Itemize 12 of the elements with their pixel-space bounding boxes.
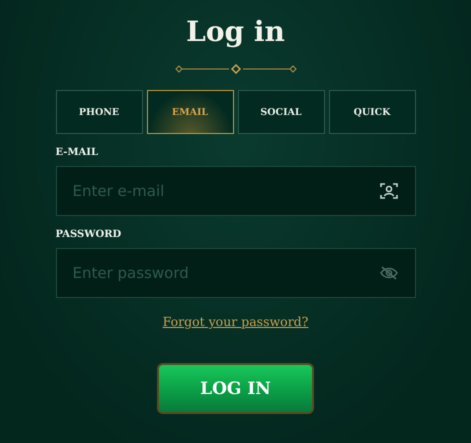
field-label: E-MAIL <box>56 147 99 158</box>
field-label: PASSWORD <box>56 229 122 240</box>
login-tab[interactable]: PHONE <box>56 90 142 134</box>
input-field[interactable]: Enter password <box>56 248 416 298</box>
face-scan-icon[interactable] <box>380 182 398 200</box>
forgot-password-link[interactable]: Forgot your password? <box>162 314 308 329</box>
login-tab[interactable]: QUICK <box>328 90 416 134</box>
eye-slash-icon[interactable] <box>380 266 398 280</box>
input-field[interactable]: Enter e-mail <box>56 166 416 216</box>
login-tab[interactable]: SOCIAL <box>238 90 324 134</box>
login-tab[interactable]: EMAIL <box>146 90 234 134</box>
page-title: Log in <box>186 14 285 50</box>
